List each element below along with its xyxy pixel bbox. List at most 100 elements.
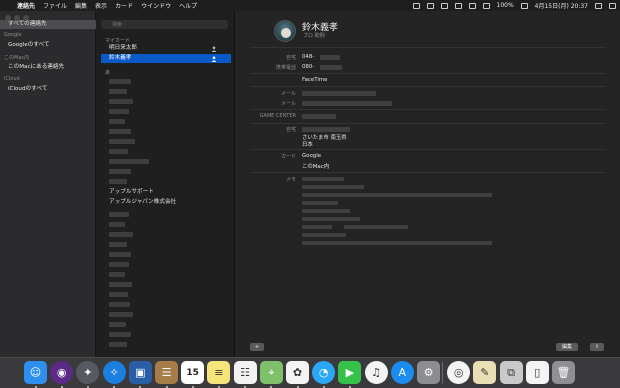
safari-dock-icon[interactable]: ✧ [102, 361, 126, 384]
redacted-contact[interactable] [109, 242, 127, 247]
contact-name: 明日来太郎 [109, 45, 137, 51]
divider [250, 172, 606, 173]
redacted-contact[interactable] [109, 169, 131, 174]
preview-dock-icon[interactable]: ⧉ [499, 361, 523, 384]
divider [250, 86, 606, 87]
redacted-contact[interactable] [109, 89, 127, 94]
field-label-home-address: 自宅 [285, 127, 296, 133]
sidebar-item-icloud-all[interactable]: iCloudのすべて [0, 85, 96, 94]
siri-dock-icon[interactable]: ◉ [50, 361, 74, 384]
battery-percent[interactable]: 100% [497, 2, 514, 9]
redacted-contact[interactable] [109, 342, 127, 347]
redacted-contact[interactable] [109, 262, 129, 267]
calendar-dock-icon[interactable]: 15 [181, 361, 205, 384]
wifi-icon[interactable] [482, 2, 490, 9]
redacted-email[interactable] [302, 101, 392, 106]
redacted-email[interactable] [302, 91, 376, 96]
redacted-contact[interactable] [109, 272, 125, 277]
sidebar-item-mac-contacts[interactable]: このMacにある連絡先 [0, 63, 96, 72]
redacted-contact[interactable] [109, 159, 149, 164]
list-item[interactable]: アップルサポート [101, 188, 231, 197]
sidebar-item-all-contacts[interactable]: すべての連絡先 [0, 20, 96, 29]
app-store-dock-icon[interactable]: A [390, 361, 414, 384]
list-item[interactable]: 明日来太郎 [101, 44, 231, 53]
facetime-dock-icon[interactable]: ▶ [338, 361, 362, 384]
redacted-contact[interactable] [109, 222, 125, 227]
textedit-dock-icon[interactable]: ✎ [473, 361, 497, 384]
redacted-address [302, 127, 350, 132]
redacted-contact[interactable] [109, 282, 132, 287]
maps-dock-icon[interactable]: ⌖ [259, 361, 283, 384]
menu-contacts[interactable]: 連絡先 [17, 1, 35, 10]
field-label-card: カード [280, 154, 296, 160]
menu-card[interactable]: カード [115, 1, 133, 10]
edit-button[interactable]: 編集 [556, 343, 578, 351]
redacted-game-center[interactable] [302, 114, 336, 119]
field-label-note: メモ [285, 177, 296, 183]
redacted-contact[interactable] [109, 129, 131, 134]
redacted-contact[interactable] [109, 109, 129, 114]
redacted-note-line [302, 177, 344, 181]
photos-viewer-dock-icon[interactable]: ▣ [128, 361, 152, 384]
document-dock-icon[interactable]: ▯ [525, 361, 549, 384]
music-dock-icon[interactable]: ♫ [364, 361, 388, 384]
airplay-icon[interactable] [454, 2, 462, 9]
home-phone-value[interactable]: 048- [302, 54, 314, 60]
menu-file[interactable]: ファイル [43, 1, 67, 10]
finder-dock-icon[interactable]: ☺ [24, 361, 47, 384]
redacted-note-line [302, 233, 346, 237]
redacted-contact[interactable] [109, 232, 133, 237]
redacted-contact[interactable] [109, 252, 131, 257]
spotlight-icon[interactable] [595, 2, 602, 9]
share-button[interactable]: ⇪ [590, 343, 604, 351]
redacted-contact[interactable] [109, 139, 135, 144]
trash-dock-icon[interactable]: 🗑 [552, 361, 575, 384]
menu-window[interactable]: ウインドウ [141, 1, 171, 10]
cloud-icon[interactable] [440, 2, 448, 9]
menu-help[interactable]: ヘルプ [179, 1, 197, 10]
contacts-dock-icon[interactable]: ☰ [155, 361, 178, 384]
clock[interactable]: 4月15日(月) 20:37 [535, 1, 588, 10]
dropbox-icon[interactable] [426, 2, 434, 9]
search-input[interactable] [101, 20, 228, 29]
field-label-mobile: 携帯電話 [275, 65, 296, 71]
photos-dock-icon[interactable]: ✿ [286, 361, 309, 384]
messages-dock-icon[interactable]: ◔ [312, 361, 336, 384]
system-preferences-dock-icon[interactable]: ⚙ [417, 361, 440, 384]
battery-icon[interactable] [520, 2, 528, 9]
apple-menu-icon[interactable] [4, 2, 12, 10]
facetime-value[interactable]: FaceTime [302, 77, 327, 83]
redacted-contact[interactable] [109, 212, 129, 217]
list-item[interactable]: アップルジャパン株式会社 [101, 198, 231, 207]
menu-edit[interactable]: 編集 [75, 1, 87, 10]
redacted-contact[interactable] [109, 332, 131, 337]
redacted-contact[interactable] [109, 149, 128, 154]
menu-view[interactable]: 表示 [95, 1, 107, 10]
redacted-contact[interactable] [109, 99, 133, 104]
redacted-contact[interactable] [109, 302, 130, 307]
status-menu-icon[interactable] [412, 2, 420, 9]
redacted-contact[interactable] [109, 119, 125, 124]
chrome-dock-icon[interactable]: ◎ [447, 361, 471, 384]
notification-center-icon[interactable] [609, 2, 616, 9]
redacted-note-line [302, 193, 492, 197]
reminders-dock-icon[interactable]: ☷ [233, 361, 257, 384]
section-header-a: あ [105, 70, 111, 76]
notes-dock-icon[interactable]: ≡ [207, 361, 231, 384]
address-country[interactable]: 日本 [302, 140, 313, 148]
redacted-contact[interactable] [109, 292, 128, 297]
bluetooth-icon[interactable] [468, 2, 476, 9]
redacted-contact[interactable] [109, 322, 126, 327]
redacted-contact[interactable] [109, 79, 131, 84]
redacted-note-line [302, 209, 350, 213]
card-google: Google [302, 153, 322, 159]
launchpad-dock-icon[interactable]: ✦ [76, 361, 100, 384]
avatar[interactable] [274, 20, 296, 42]
add-button[interactable]: + [250, 343, 264, 351]
mobile-phone-value[interactable]: 080- [302, 64, 314, 70]
list-item-selected[interactable]: 鈴木義孝 [101, 54, 231, 63]
redacted-contact[interactable] [109, 312, 133, 317]
redacted-note-line [302, 201, 338, 205]
sidebar-item-google-all[interactable]: Googleのすべて [0, 41, 96, 50]
redacted-contact[interactable] [109, 179, 127, 184]
